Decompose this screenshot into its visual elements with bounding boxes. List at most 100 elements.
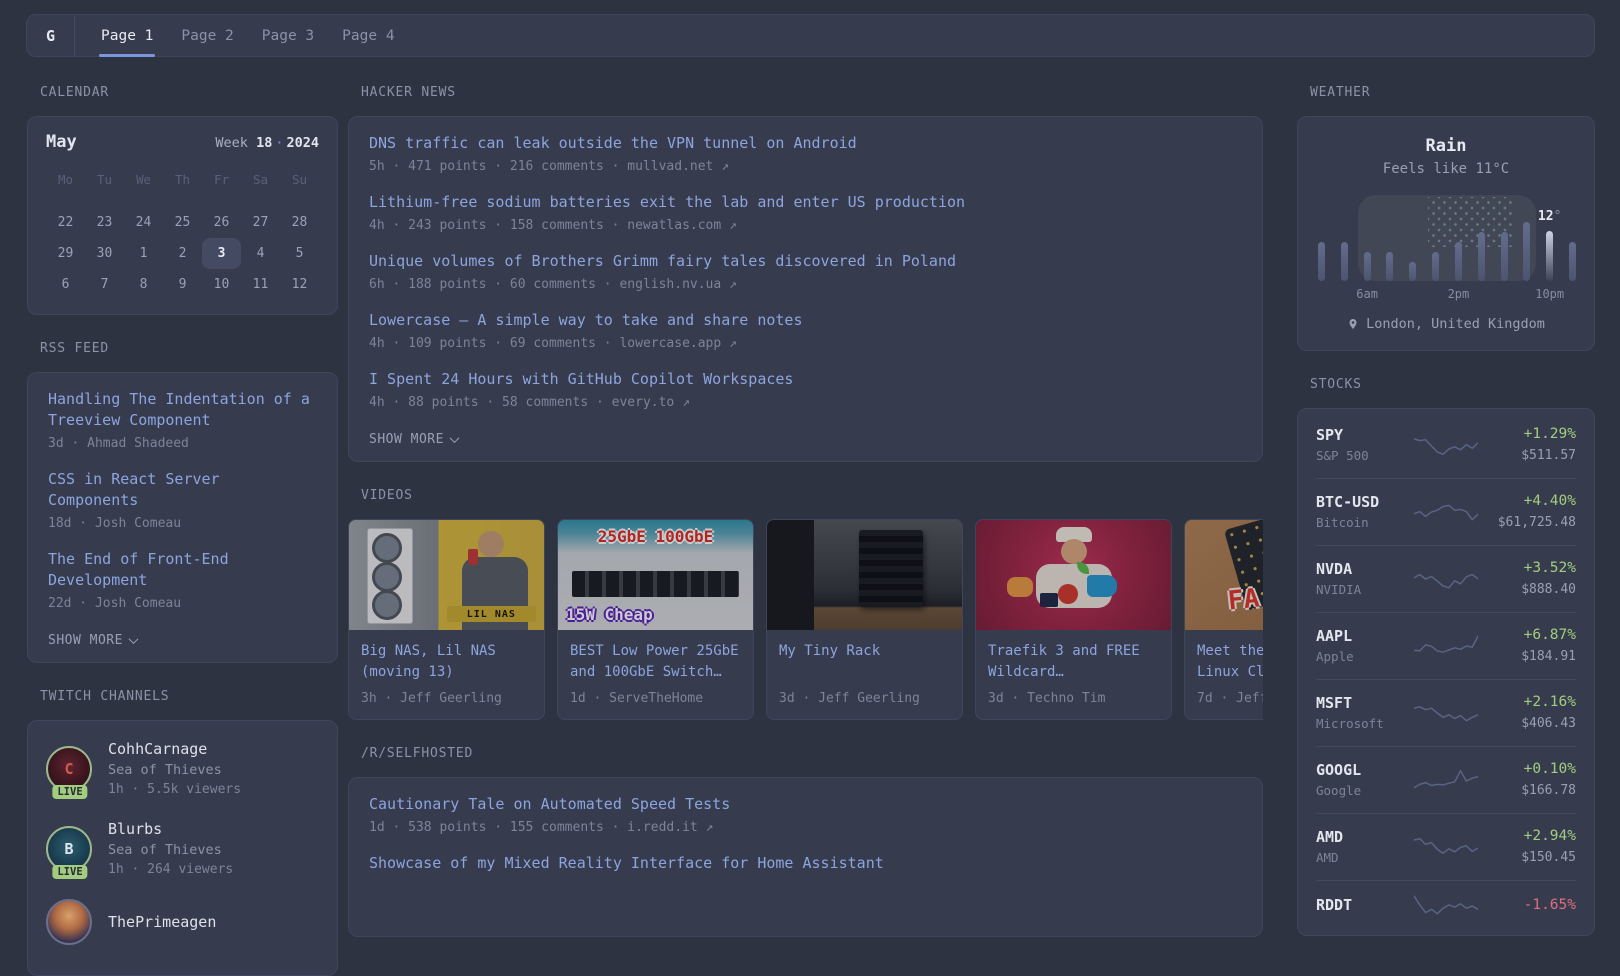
thumb-shape bbox=[1087, 575, 1118, 597]
rss-item-title[interactable]: The End of Front-End Development bbox=[48, 549, 317, 591]
rss-item-title[interactable]: Handling The Indentation of a Treeview C… bbox=[48, 389, 317, 431]
thumb-shape bbox=[467, 548, 478, 565]
twitch-channel-name: Blurbs bbox=[108, 820, 163, 838]
app-logo[interactable]: G bbox=[27, 15, 75, 56]
stock-price: $166.78 bbox=[1521, 783, 1576, 798]
rss-show-more[interactable]: SHOW MORE bbox=[48, 633, 139, 648]
stock-name: Bitcoin bbox=[1316, 514, 1369, 530]
tab-page-3[interactable]: Page 3 bbox=[248, 15, 328, 56]
tab-page-1[interactable]: Page 1 bbox=[87, 15, 167, 57]
weather-feels-like: Feels like 11°C bbox=[1382, 161, 1510, 177]
video-title[interactable]: Meet the Linux Clu bbox=[1197, 641, 1263, 683]
video-title[interactable]: Traefik 3 and FREE Wildcard… bbox=[988, 641, 1159, 683]
twitch-game: Sea of Thieves bbox=[108, 842, 222, 858]
hn-item-title[interactable]: Lithium-free sodium batteries exit the l… bbox=[369, 192, 1242, 213]
rss-item-title[interactable]: CSS in React Server Components bbox=[48, 469, 317, 511]
video-card[interactable]: FA Meet the Linux Clu 7d · Jeff Geerling bbox=[1184, 519, 1263, 720]
weather-bar bbox=[1500, 232, 1508, 281]
rss-item: Handling The Indentation of a Treeview C… bbox=[48, 389, 317, 453]
video-title[interactable]: BEST Low Power 25GbE and 100GbE Switch… bbox=[570, 641, 741, 683]
hn-show-more[interactable]: SHOW MORE bbox=[369, 432, 460, 447]
hn-item-title[interactable]: I Spent 24 Hours with GitHub Copilot Wor… bbox=[369, 369, 1242, 390]
video-card[interactable]: 25GbE 100GbE 15W Cheap BEST Low Power 25… bbox=[557, 519, 754, 720]
weather-condition: Rain bbox=[1425, 136, 1467, 156]
videos-carousel: LIL NAS Big NAS, Lil NAS (moving 13) 3h … bbox=[348, 519, 1263, 720]
hn-meta-text: 4h · 243 points · 158 comments · bbox=[369, 218, 620, 233]
thumb-shape bbox=[767, 520, 814, 630]
stock-change: +2.16% bbox=[1523, 694, 1576, 710]
stock-row[interactable]: BTC-USD Bitcoin +4.40% $61,725.48 bbox=[1316, 478, 1576, 545]
twitch-section-label: TWITCH CHANNELS bbox=[40, 689, 170, 704]
weather-bar bbox=[1569, 242, 1576, 281]
calendar-day: 4 bbox=[256, 246, 265, 261]
stock-sparkline bbox=[1414, 705, 1478, 721]
reddit-item-title[interactable]: Cautionary Tale on Automated Speed Tests bbox=[369, 794, 1242, 815]
hackernews-widget: DNS traffic can leak outside the VPN tun… bbox=[348, 116, 1263, 462]
stock-row[interactable]: SPY S&P 500 +1.29% $511.57 bbox=[1316, 412, 1576, 478]
stock-values: -1.65% bbox=[1484, 895, 1576, 918]
calendar-header: May Week 18 · 2024 bbox=[46, 132, 319, 152]
stock-row[interactable]: AMD AMD +2.94% $150.45 bbox=[1316, 813, 1576, 880]
live-badge: LIVE bbox=[52, 865, 88, 879]
video-title[interactable]: Big NAS, Lil NAS (moving 13) bbox=[361, 641, 532, 683]
top-nav: G Page 1 Page 2 Page 3 Page 4 bbox=[26, 14, 1595, 57]
calendar-weekday: We bbox=[135, 172, 152, 187]
twitch-channel-row[interactable]: ThePrimeagen bbox=[46, 899, 319, 945]
hn-source-link[interactable]: mullvad.net ↗ bbox=[627, 159, 729, 174]
hn-meta-text: 4h · 88 points · 58 comments · bbox=[369, 395, 604, 410]
stock-row[interactable]: MSFT Microsoft +2.16% $406.43 bbox=[1316, 679, 1576, 746]
chevron-down-icon bbox=[449, 433, 460, 444]
twitch-channel-info: ThePrimeagen bbox=[108, 912, 216, 933]
tab-page-2[interactable]: Page 2 bbox=[167, 15, 247, 56]
stock-row[interactable]: AAPL Apple +6.87% $184.91 bbox=[1316, 612, 1576, 679]
video-meta: 7d · Jeff Geerling bbox=[1197, 691, 1263, 706]
thumb-shape bbox=[1057, 583, 1078, 604]
show-more-label: SHOW MORE bbox=[48, 633, 123, 648]
weather-bar bbox=[1523, 222, 1531, 281]
video-meta: 3d · Jeff Geerling bbox=[779, 691, 920, 706]
weather-hourly-chart: 12° bbox=[1318, 195, 1576, 281]
hn-item-title[interactable]: Lowercase – A simple way to take and sha… bbox=[369, 310, 1242, 331]
stock-row[interactable]: NVDA NVIDIA +3.52% $888.40 bbox=[1316, 545, 1576, 612]
hn-source-link[interactable]: lowercase.app ↗ bbox=[619, 336, 736, 351]
stock-name: Google bbox=[1316, 782, 1362, 798]
tab-page-4[interactable]: Page 4 bbox=[328, 15, 408, 56]
calendar-day: 9 bbox=[178, 277, 187, 292]
stock-sparkline bbox=[1414, 837, 1478, 854]
hn-source-link[interactable]: every.to ↗ bbox=[612, 395, 690, 410]
twitch-viewers: 1h · 5.5k viewers bbox=[108, 782, 242, 797]
thumb-caption: 15W Cheap bbox=[566, 605, 653, 624]
calendar-day-selected: 3 bbox=[202, 238, 241, 269]
twitch-channel-row[interactable]: C LIVE CohhCarnage Sea of Thieves 1h · 5… bbox=[46, 739, 319, 799]
video-thumbnail: 25GbE 100GbE 15W Cheap bbox=[558, 520, 753, 630]
dot-separator: · bbox=[275, 135, 284, 151]
video-card[interactable]: LIL NAS Big NAS, Lil NAS (moving 13) 3h … bbox=[348, 519, 545, 720]
thumb-shape bbox=[571, 570, 740, 597]
reddit-meta-text: 1d · 538 points · 155 comments · bbox=[369, 820, 620, 835]
stock-id: RDDT bbox=[1316, 895, 1408, 917]
stock-symbol: BTC-USD bbox=[1316, 492, 1380, 511]
twitch-channel-row[interactable]: B LIVE Blurbs Sea of Thieves 1h · 264 vi… bbox=[46, 819, 319, 879]
stock-values: +4.40% $61,725.48 bbox=[1484, 491, 1576, 532]
weather-bar bbox=[1546, 231, 1554, 281]
calendar-weekday: Su bbox=[291, 172, 308, 187]
stock-row[interactable]: GOOGL Google +0.10% $166.78 bbox=[1316, 746, 1576, 813]
reddit-item-title[interactable]: Showcase of my Mixed Reality Interface f… bbox=[369, 853, 1242, 874]
reddit-source-link[interactable]: i.redd.it ↗ bbox=[627, 820, 713, 835]
video-card[interactable]: My Tiny Rack 3d · Jeff Geerling bbox=[766, 519, 963, 720]
twitch-channel-name: ThePrimeagen bbox=[108, 912, 217, 931]
stock-sparkline bbox=[1414, 504, 1478, 520]
stock-price: $184.91 bbox=[1521, 649, 1576, 664]
rss-widget: Handling The Indentation of a Treeview C… bbox=[27, 372, 338, 663]
right-column: WEATHER Rain Feels like 11°C 12° 6am 2pm 1… bbox=[1297, 85, 1595, 936]
video-title[interactable]: My Tiny Rack bbox=[779, 641, 950, 683]
hn-item-title[interactable]: DNS traffic can leak outside the VPN tun… bbox=[369, 133, 1242, 154]
stock-values: +3.52% $888.40 bbox=[1484, 558, 1576, 599]
hn-source-link[interactable]: english.nv.ua ↗ bbox=[619, 277, 736, 292]
stock-sparkline bbox=[1414, 769, 1478, 788]
hn-item-title[interactable]: Unique volumes of Brothers Grimm fairy t… bbox=[369, 251, 1242, 272]
thumb-shape bbox=[477, 531, 504, 557]
stock-row[interactable]: RDDT -1.65% bbox=[1316, 880, 1576, 932]
video-card[interactable]: Traefik 3 and FREE Wildcard… 3d · Techno… bbox=[975, 519, 1172, 720]
hn-source-link[interactable]: newatlas.com ↗ bbox=[627, 218, 737, 233]
